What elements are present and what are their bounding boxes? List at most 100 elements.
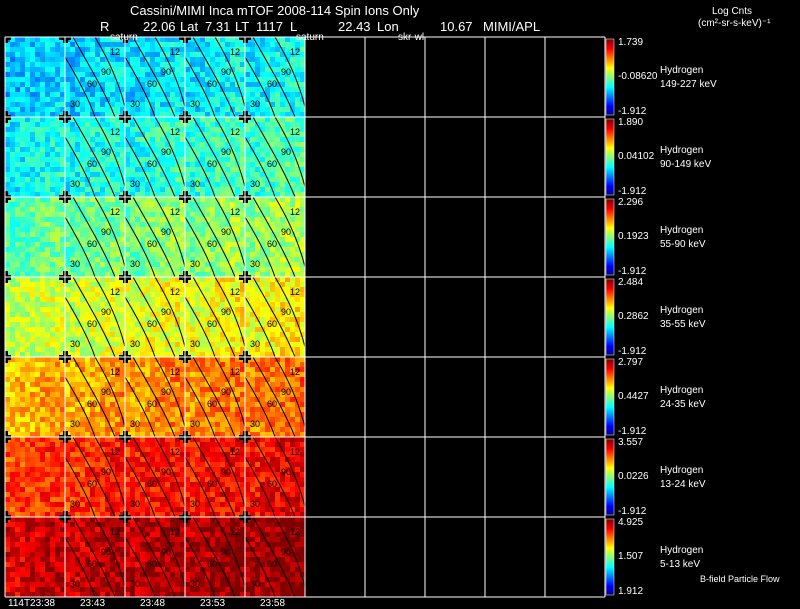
- image-pixel: [265, 107, 270, 112]
- image-pixel: [225, 317, 230, 322]
- image-pixel: [55, 172, 60, 177]
- image-pixel: [230, 157, 235, 162]
- colorbar-step: [606, 285, 614, 286]
- image-pixel: [115, 227, 120, 232]
- image-pixel: [85, 287, 90, 292]
- contour-label: 30: [70, 259, 80, 269]
- image-pixel: [175, 382, 180, 387]
- image-pixel: [120, 72, 125, 77]
- image-pixel: [170, 397, 175, 402]
- image-pixel: [50, 327, 55, 332]
- image-pixel: [115, 72, 120, 77]
- image-pixel: [235, 252, 240, 257]
- image-pixel: [90, 52, 95, 57]
- image-pixel: [225, 167, 230, 172]
- image-pixel: [210, 62, 215, 67]
- image-pixel: [70, 402, 75, 407]
- image-pixel: [50, 397, 55, 402]
- colorbar-step: [606, 173, 614, 174]
- image-pixel: [10, 377, 15, 382]
- image-pixel: [50, 92, 55, 97]
- colorbar-step: [606, 250, 614, 251]
- image-pixel: [75, 352, 80, 357]
- image-pixel: [60, 412, 65, 417]
- image-pixel: [45, 222, 50, 227]
- image-pixel: [280, 317, 285, 322]
- image-pixel: [25, 192, 30, 197]
- image-pixel: [10, 92, 15, 97]
- image-pixel: [85, 357, 90, 362]
- image-pixel: [185, 87, 190, 92]
- image-pixel: [240, 162, 245, 167]
- contour-label: 90: [221, 307, 231, 317]
- image-pixel: [175, 102, 180, 107]
- image-pixel: [45, 127, 50, 132]
- colorbar-step: [606, 323, 614, 324]
- image-pixel: [30, 297, 35, 302]
- image-pixel: [85, 127, 90, 132]
- image-pixel: [225, 272, 230, 277]
- colorbar-step: [606, 127, 614, 128]
- image-pixel: [90, 97, 95, 102]
- image-pixel: [55, 132, 60, 137]
- image-pixel: [20, 417, 25, 422]
- image-pixel: [90, 202, 95, 207]
- image-pixel: [35, 302, 40, 307]
- image-pixel: [125, 227, 130, 232]
- image-pixel: [240, 392, 245, 397]
- image-pixel: [145, 312, 150, 317]
- colorbar-step: [606, 291, 614, 292]
- image-pixel: [180, 62, 185, 67]
- colorbar-step: [606, 108, 614, 109]
- image-pixel: [205, 347, 210, 352]
- image-pixel: [60, 137, 65, 142]
- image-pixel: [280, 347, 285, 352]
- image-pixel: [300, 352, 305, 357]
- image-pixel: [15, 157, 20, 162]
- image-pixel: [80, 352, 85, 357]
- image-pixel: [240, 217, 245, 222]
- image-pixel: [10, 267, 15, 272]
- image-pixel: [15, 222, 20, 227]
- image-pixel: [30, 57, 35, 62]
- image-pixel: [50, 412, 55, 417]
- contour-label: 90: [101, 147, 111, 157]
- image-pixel: [200, 272, 205, 277]
- image-pixel: [35, 52, 40, 57]
- colorbar-step: [606, 99, 614, 100]
- image-pixel: [210, 97, 215, 102]
- image-pixel: [45, 232, 50, 237]
- colorbar-step: [606, 43, 614, 44]
- colorbar-step: [606, 241, 614, 242]
- image-pixel: [20, 87, 25, 92]
- image-pixel: [220, 177, 225, 182]
- image-pixel: [95, 377, 100, 382]
- image-pixel: [265, 47, 270, 52]
- image-pixel: [110, 397, 115, 402]
- colorbar-step: [606, 129, 614, 130]
- image-pixel: [195, 52, 200, 57]
- image-pixel: [225, 277, 230, 282]
- image-pixel: [140, 277, 145, 282]
- image-pixel: [280, 192, 285, 197]
- image-pixel: [60, 372, 65, 377]
- image-pixel: [160, 262, 165, 267]
- image-pixel: [40, 177, 45, 182]
- image-pixel: [295, 267, 300, 272]
- image-pixel: [165, 162, 170, 167]
- image-pixel: [35, 317, 40, 322]
- image-pixel: [95, 182, 100, 187]
- image-pixel: [235, 377, 240, 382]
- image-pixel: [90, 137, 95, 142]
- image-pixel: [300, 297, 305, 302]
- image-pixel: [55, 322, 60, 327]
- image-pixel: [15, 77, 20, 82]
- colorbar-step: [606, 273, 614, 274]
- image-pixel: [120, 217, 125, 222]
- image-pixel: [130, 87, 135, 92]
- image-pixel: [275, 72, 280, 77]
- image-pixel: [185, 167, 190, 172]
- image-pixel: [50, 252, 55, 257]
- image-pixel: [300, 157, 305, 162]
- image-pixel: [270, 132, 275, 137]
